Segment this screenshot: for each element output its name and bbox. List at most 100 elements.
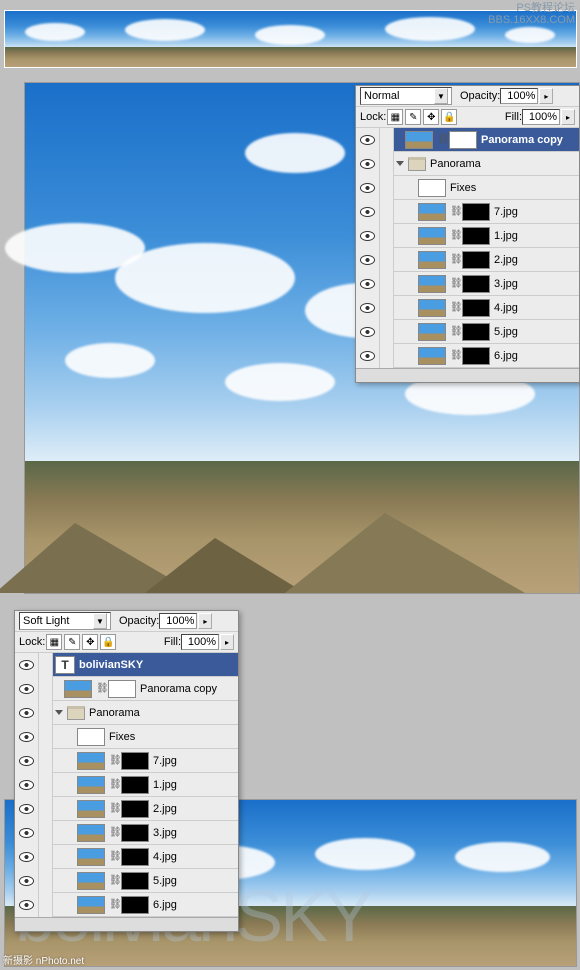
- layer-name[interactable]: 1.jpg: [494, 230, 518, 242]
- mask-thumbnail[interactable]: [462, 347, 490, 365]
- visibility-toggle[interactable]: [356, 296, 380, 320]
- layer-name[interactable]: 7.jpg: [153, 755, 177, 767]
- mask-thumbnail[interactable]: [121, 800, 149, 818]
- layer-thumbnail[interactable]: [77, 824, 105, 842]
- layer-row[interactable]: Panorama: [15, 701, 238, 725]
- fill-input[interactable]: 100%: [181, 634, 219, 650]
- layer-row[interactable]: ⛓ 5.jpg: [15, 869, 238, 893]
- layer-row[interactable]: ⛓ 3.jpg: [356, 272, 579, 296]
- layer-thumbnail[interactable]: [418, 179, 446, 197]
- fill-flyout-icon[interactable]: ▸: [220, 634, 234, 650]
- layer-name[interactable]: 2.jpg: [494, 254, 518, 266]
- layer-thumbnail[interactable]: [418, 251, 446, 269]
- layer-name[interactable]: 6.jpg: [494, 350, 518, 362]
- layer-thumbnail[interactable]: [77, 728, 105, 746]
- layer-name[interactable]: Fixes: [109, 731, 135, 743]
- mask-link-icon[interactable]: ⛓: [450, 301, 458, 315]
- layer-row[interactable]: Fixes: [356, 176, 579, 200]
- visibility-toggle[interactable]: [15, 749, 39, 773]
- layer-thumbnail[interactable]: [418, 227, 446, 245]
- blend-mode-select[interactable]: Normal▼: [360, 87, 452, 105]
- link-cell[interactable]: [380, 320, 394, 344]
- layer-name[interactable]: 3.jpg: [153, 827, 177, 839]
- layer-name[interactable]: 2.jpg: [153, 803, 177, 815]
- mask-thumbnail[interactable]: [462, 227, 490, 245]
- mask-thumbnail[interactable]: [121, 896, 149, 914]
- link-cell[interactable]: [39, 701, 53, 725]
- visibility-toggle[interactable]: [356, 224, 380, 248]
- visibility-toggle[interactable]: [15, 653, 39, 677]
- visibility-toggle[interactable]: [15, 845, 39, 869]
- opacity-flyout-icon[interactable]: ▸: [539, 88, 553, 104]
- link-cell[interactable]: [39, 821, 53, 845]
- layer-thumbnail[interactable]: [77, 776, 105, 794]
- link-cell[interactable]: [39, 797, 53, 821]
- mask-thumbnail[interactable]: [462, 251, 490, 269]
- mask-thumbnail[interactable]: [462, 275, 490, 293]
- link-cell[interactable]: [380, 152, 394, 176]
- layer-thumbnail[interactable]: [418, 203, 446, 221]
- layer-row[interactable]: ⛓Panorama copy: [356, 128, 579, 152]
- layer-name[interactable]: Panorama: [430, 158, 481, 170]
- layers-panel-1[interactable]: Normal▼Opacity:100%▸Lock:▦✎✥🔒Fill:100%▸⛓…: [355, 85, 580, 383]
- mask-link-icon[interactable]: ⛓: [109, 754, 117, 768]
- layer-row[interactable]: ⛓ 1.jpg: [15, 773, 238, 797]
- mask-link-icon[interactable]: ⛓: [109, 898, 117, 912]
- layer-thumbnail[interactable]: [77, 872, 105, 890]
- visibility-toggle[interactable]: [15, 677, 39, 701]
- mask-thumbnail[interactable]: [462, 203, 490, 221]
- visibility-toggle[interactable]: [15, 701, 39, 725]
- link-cell[interactable]: [380, 224, 394, 248]
- lock-move-icon[interactable]: ✥: [82, 634, 98, 650]
- link-cell[interactable]: [39, 773, 53, 797]
- opacity-input[interactable]: 100%: [500, 88, 538, 104]
- layer-name[interactable]: Panorama: [89, 707, 140, 719]
- layer-name[interactable]: Panorama copy: [481, 134, 563, 146]
- lock-transparency-icon[interactable]: ▦: [46, 634, 62, 650]
- layer-name[interactable]: 1.jpg: [153, 779, 177, 791]
- fill-flyout-icon[interactable]: ▸: [561, 109, 575, 125]
- mask-link-icon[interactable]: ⛓: [109, 874, 117, 888]
- layer-row[interactable]: Fixes: [15, 725, 238, 749]
- lock-move-icon[interactable]: ✥: [423, 109, 439, 125]
- layer-row[interactable]: TbolivianSKY: [15, 653, 238, 677]
- link-cell[interactable]: [39, 653, 53, 677]
- mask-link-icon[interactable]: ⛓: [450, 277, 458, 291]
- layer-name[interactable]: 5.jpg: [494, 326, 518, 338]
- layer-row[interactable]: ⛓ 1.jpg: [356, 224, 579, 248]
- disclosure-triangle-icon[interactable]: [396, 161, 404, 166]
- lock-all-icon[interactable]: 🔒: [100, 634, 116, 650]
- layers-panel-2[interactable]: Soft Light▼Opacity:100%▸Lock:▦✎✥🔒Fill:10…: [14, 610, 239, 932]
- layer-row[interactable]: ⛓5.jpg: [356, 320, 579, 344]
- mask-link-icon[interactable]: ⛓: [109, 778, 117, 792]
- visibility-toggle[interactable]: [356, 128, 380, 152]
- layer-name[interactable]: 5.jpg: [153, 875, 177, 887]
- layer-name[interactable]: 3.jpg: [494, 278, 518, 290]
- visibility-toggle[interactable]: [356, 344, 380, 368]
- layer-thumbnail[interactable]: [418, 323, 446, 341]
- link-cell[interactable]: [39, 749, 53, 773]
- mask-link-icon[interactable]: ⛓: [450, 229, 458, 243]
- link-cell[interactable]: [380, 296, 394, 320]
- layer-thumbnail[interactable]: [418, 275, 446, 293]
- layer-thumbnail[interactable]: [405, 131, 433, 149]
- mask-thumbnail[interactable]: [121, 824, 149, 842]
- layer-name[interactable]: 4.jpg: [153, 851, 177, 863]
- layer-row[interactable]: ⛓6.jpg: [356, 344, 579, 368]
- layer-row[interactable]: ⛓2.jpg: [15, 797, 238, 821]
- mask-link-icon[interactable]: ⛓: [450, 253, 458, 267]
- layer-row[interactable]: Panorama: [356, 152, 579, 176]
- visibility-toggle[interactable]: [356, 152, 380, 176]
- mask-thumbnail[interactable]: [449, 131, 477, 149]
- visibility-toggle[interactable]: [15, 797, 39, 821]
- link-cell[interactable]: [380, 344, 394, 368]
- layer-name[interactable]: bolivianSKY: [79, 659, 143, 671]
- layer-name[interactable]: Fixes: [450, 182, 476, 194]
- link-cell[interactable]: [380, 176, 394, 200]
- layer-thumbnail[interactable]: [64, 680, 92, 698]
- visibility-toggle[interactable]: [356, 320, 380, 344]
- disclosure-triangle-icon[interactable]: [55, 710, 63, 715]
- link-cell[interactable]: [380, 128, 394, 152]
- lock-all-icon[interactable]: 🔒: [441, 109, 457, 125]
- mask-thumbnail[interactable]: [121, 776, 149, 794]
